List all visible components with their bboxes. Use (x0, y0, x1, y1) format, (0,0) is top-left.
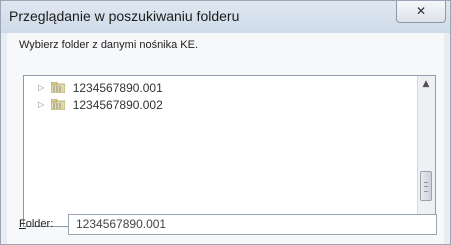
expand-arrow-icon[interactable]: ▷ (38, 83, 46, 92)
expand-arrow-icon[interactable]: ▷ (38, 100, 46, 109)
folder-icon (51, 99, 66, 111)
tree-item[interactable]: ▷ 1234567890.002 (38, 97, 163, 113)
scroll-up-button[interactable]: ▲ (418, 76, 434, 92)
folder-label-accel: F (19, 218, 26, 230)
browse-folder-dialog: Przeglądanie w poszukiwaniu folderu ✕ Wy… (0, 0, 451, 245)
close-icon: ✕ (415, 4, 427, 18)
folder-label-rest: older: (25, 218, 54, 230)
tree-item[interactable]: ▷ 1234567890.001 (38, 80, 163, 96)
folder-tree[interactable]: ▷ 1234567890.001 ▷ 1234567890.002 ▲ (23, 75, 436, 227)
grip-icon (424, 182, 428, 192)
vertical-scrollbar[interactable]: ▲ ▼ (417, 76, 435, 226)
title-bar: Przeglądanie w poszukiwaniu folderu ✕ (1, 1, 450, 33)
close-button[interactable]: ✕ (396, 1, 446, 23)
instruction-text: Wybierz folder z danymi nośnika KE. (19, 39, 199, 51)
folder-label: Folder: (19, 218, 53, 230)
scroll-up-icon: ▲ (422, 79, 430, 89)
dialog-content: Wybierz folder z danymi nośnika KE. ▷ 12… (7, 33, 444, 244)
tree-item-label: 1234567890.001 (72, 80, 163, 95)
folder-icon (51, 82, 66, 94)
folder-input[interactable]: 1234567890.001 (68, 214, 437, 235)
dialog-title: Przeglądanie w poszukiwaniu folderu (9, 8, 240, 24)
tree-item-label: 1234567890.002 (72, 97, 163, 112)
scroll-thumb[interactable] (420, 171, 432, 201)
